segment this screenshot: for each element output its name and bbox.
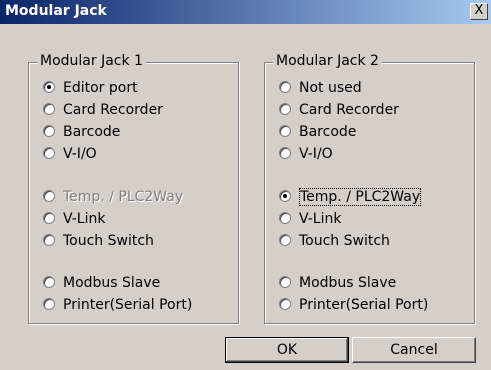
radio-button-icon[interactable]	[43, 81, 55, 93]
radio-label: Editor port	[63, 80, 138, 96]
radio-label: Temp. / PLC2Way	[299, 188, 422, 206]
radio-button-icon[interactable]	[43, 212, 55, 224]
radio-button-icon[interactable]	[279, 103, 291, 115]
cancel-button[interactable]: Cancel	[352, 337, 476, 363]
radio-label: Printer(Serial Port)	[299, 297, 429, 313]
group-legend: Modular Jack 2	[273, 53, 382, 69]
radio-button-icon[interactable]	[279, 147, 291, 159]
radio-label: Barcode	[63, 124, 121, 140]
radio-label: Modbus Slave	[299, 275, 397, 291]
radio-button-icon[interactable]	[43, 234, 55, 246]
radio-button-icon[interactable]	[279, 276, 291, 288]
group-legend: Modular Jack 1	[37, 53, 146, 69]
radio-button-icon[interactable]	[43, 276, 55, 288]
radio-label: V-I/O	[299, 146, 333, 162]
radio-label: V-Link	[299, 211, 342, 227]
radio-label: Not used	[299, 80, 362, 96]
radio-button-icon[interactable]	[43, 103, 55, 115]
radio-label: V-I/O	[63, 146, 97, 162]
radio-label: Barcode	[299, 124, 357, 140]
radio-button-icon[interactable]	[279, 81, 291, 93]
radio-button-icon[interactable]	[279, 234, 291, 246]
title-bar[interactable]: Modular Jack X	[0, 0, 491, 24]
close-button[interactable]: X	[470, 3, 488, 20]
radio-label: Touch Switch	[63, 233, 154, 249]
radio-button-icon[interactable]	[279, 212, 291, 224]
radio-label: Modbus Slave	[63, 275, 161, 291]
ok-button[interactable]: OK	[225, 337, 349, 363]
radio-label: V-Link	[63, 211, 106, 227]
radio-button-icon[interactable]	[279, 190, 291, 202]
radio-button-icon[interactable]	[43, 147, 55, 159]
radio-label: Card Recorder	[63, 102, 163, 118]
modular-jack-dialog: Modular Jack X Modular Jack 1 Editor por…	[0, 0, 491, 370]
radio-button-icon[interactable]	[43, 125, 55, 137]
radio-label: Temp. / PLC2Way	[63, 189, 184, 205]
modular-jack-2-group: Modular Jack 2 Not used Card Recorder Barc…	[264, 53, 475, 324]
radio-label: Printer(Serial Port)	[63, 297, 193, 313]
radio-label: Card Recorder	[299, 102, 399, 118]
radio-button-icon[interactable]	[279, 125, 291, 137]
modular-jack-1-group: Modular Jack 1 Editor port Card Recorder B…	[28, 53, 239, 324]
radio-label: Touch Switch	[299, 233, 390, 249]
radio-button-icon[interactable]	[43, 298, 55, 310]
radio-button-icon	[43, 190, 55, 202]
radio-button-icon[interactable]	[279, 298, 291, 310]
window-title: Modular Jack	[5, 3, 107, 19]
